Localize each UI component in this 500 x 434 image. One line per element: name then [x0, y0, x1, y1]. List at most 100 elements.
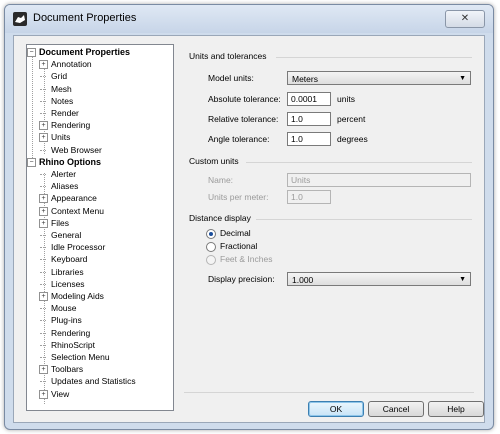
custom-units-group-title: Custom units — [189, 156, 239, 166]
expand-icon[interactable]: + — [39, 218, 48, 228]
expand-icon[interactable]: + — [39, 121, 48, 131]
custom-name-label: Name: — [208, 175, 234, 185]
angle-tolerance-input[interactable]: 1.0 — [287, 132, 331, 146]
tree-item[interactable]: General — [51, 229, 81, 241]
display-precision-label: Display precision: — [208, 274, 275, 284]
relative-tolerance-input[interactable]: 1.0 — [287, 112, 331, 126]
tree-item[interactable]: Toolbars — [51, 363, 83, 375]
ok-button[interactable]: OK — [308, 401, 364, 417]
tree-connector — [40, 149, 46, 151]
feet-inches-radio[interactable] — [206, 255, 216, 265]
feet-inches-label[interactable]: Feet & Inches — [220, 254, 272, 264]
button-separator — [184, 392, 474, 393]
decimal-radio[interactable] — [206, 229, 216, 239]
model-units-value: Meters — [292, 74, 318, 84]
angle-tolerance-label: Angle tolerance: — [208, 134, 270, 144]
chevron-down-icon: ▼ — [459, 276, 466, 283]
tree-connector — [40, 308, 46, 310]
expand-icon[interactable]: + — [39, 206, 48, 216]
tree-connector — [40, 247, 46, 249]
angle-tolerance-unit: degrees — [337, 134, 368, 144]
tree-item[interactable]: RhinoScript — [51, 339, 95, 351]
tree-connector — [40, 100, 46, 102]
tree-connector — [40, 320, 46, 322]
close-button[interactable]: ✕ — [445, 10, 485, 28]
tree-item[interactable]: Keyboard — [51, 253, 87, 265]
tree-item[interactable]: Alerter — [51, 168, 76, 180]
tree-connector — [40, 186, 46, 188]
expand-icon[interactable]: + — [39, 292, 48, 301]
tree-item[interactable]: Units — [51, 131, 70, 143]
display-precision-dropdown[interactable]: 1.000 ▼ — [287, 272, 471, 286]
tree-connector — [40, 76, 46, 78]
tree-item[interactable]: Updates and Statistics — [51, 375, 136, 387]
chevron-down-icon: ▼ — [459, 75, 466, 82]
tree-item[interactable]: Rendering — [51, 327, 90, 339]
custom-units-group-rule — [246, 162, 472, 163]
tree-connector — [40, 259, 46, 261]
tree-item[interactable]: Mesh — [51, 83, 72, 95]
tree-item[interactable]: Files — [51, 217, 69, 229]
units-group-title: Units and tolerances — [189, 51, 267, 61]
units-per-meter-input[interactable]: 1.0 — [287, 190, 331, 204]
expand-icon[interactable]: + — [39, 365, 48, 375]
absolute-tolerance-label: Absolute tolerance: — [208, 94, 281, 104]
expand-icon[interactable]: + — [39, 389, 48, 399]
tree-item[interactable]: Aliases — [51, 180, 78, 192]
tree-item[interactable]: Annotation — [51, 58, 92, 70]
document-properties-window: Document Properties ✕ Document Propertie… — [4, 4, 494, 430]
tree-connector — [40, 235, 46, 236]
tree-item[interactable]: Selection Menu — [51, 351, 110, 363]
tree-item[interactable]: Render — [51, 107, 79, 119]
custom-name-input[interactable]: Units — [287, 173, 471, 187]
collapse-icon[interactable]: − — [27, 157, 36, 167]
dialog-client-area: Document Properties − Annotation + Grid Mesh N… — [13, 35, 485, 423]
collapse-icon[interactable]: − — [27, 48, 36, 57]
absolute-tolerance-input[interactable]: 0.0001 — [287, 92, 331, 106]
fractional-label[interactable]: Fractional — [220, 241, 257, 251]
units-group-rule — [276, 57, 472, 58]
tree-connector — [32, 57, 33, 166]
display-precision-value: 1.000 — [292, 275, 314, 285]
relative-tolerance-unit: percent — [337, 114, 366, 124]
tree-item-document-properties[interactable]: Document Properties — [39, 46, 130, 58]
tree-item[interactable]: Mouse — [51, 302, 77, 314]
distance-display-group-rule — [256, 219, 472, 220]
cancel-button[interactable]: Cancel — [368, 401, 424, 417]
tree-connector — [40, 113, 46, 114]
absolute-tolerance-unit: units — [337, 94, 355, 104]
relative-tolerance-label: Relative tolerance: — [208, 114, 279, 124]
model-units-dropdown[interactable]: Meters ▼ — [287, 71, 471, 85]
tree-connector — [40, 344, 46, 346]
expand-icon[interactable]: + — [39, 133, 48, 143]
expand-icon[interactable]: + — [39, 60, 48, 70]
tree-item[interactable]: Context Menu — [51, 205, 104, 217]
tree-item[interactable]: Plug-ins — [51, 314, 82, 326]
distance-display-group-title: Distance display — [189, 213, 251, 223]
tree-item[interactable]: Libraries — [51, 266, 84, 278]
tree-connector — [40, 381, 46, 383]
tree-connector — [40, 357, 46, 358]
expand-icon[interactable]: + — [39, 194, 48, 204]
tree-item[interactable]: Web Browser — [51, 144, 102, 156]
tree-connector — [40, 283, 46, 285]
tree-item[interactable]: Notes — [51, 95, 73, 107]
options-tree[interactable]: Document Properties − Annotation + Grid Mesh N… — [26, 44, 174, 411]
tree-item[interactable]: Grid — [51, 70, 67, 82]
title-bar[interactable]: Document Properties ✕ — [5, 5, 493, 33]
tree-item[interactable]: Licenses — [51, 278, 85, 290]
decimal-label[interactable]: Decimal — [220, 228, 251, 238]
tree-connector — [40, 88, 46, 90]
fractional-radio[interactable] — [206, 242, 216, 252]
tree-item[interactable]: View — [51, 388, 69, 400]
tree-connector — [40, 271, 46, 273]
window-title: Document Properties — [33, 12, 137, 24]
help-button[interactable]: Help — [428, 401, 484, 417]
tree-item[interactable]: Appearance — [51, 192, 97, 204]
tree-item[interactable]: Rendering — [51, 119, 90, 131]
tree-item-rhino-options[interactable]: Rhino Options — [39, 156, 101, 168]
tree-item[interactable]: Idle Processor — [51, 241, 105, 253]
tree-item[interactable]: Modeling Aids — [51, 290, 104, 302]
rhino-app-icon — [13, 12, 27, 26]
units-per-meter-label: Units per meter: — [208, 192, 269, 202]
